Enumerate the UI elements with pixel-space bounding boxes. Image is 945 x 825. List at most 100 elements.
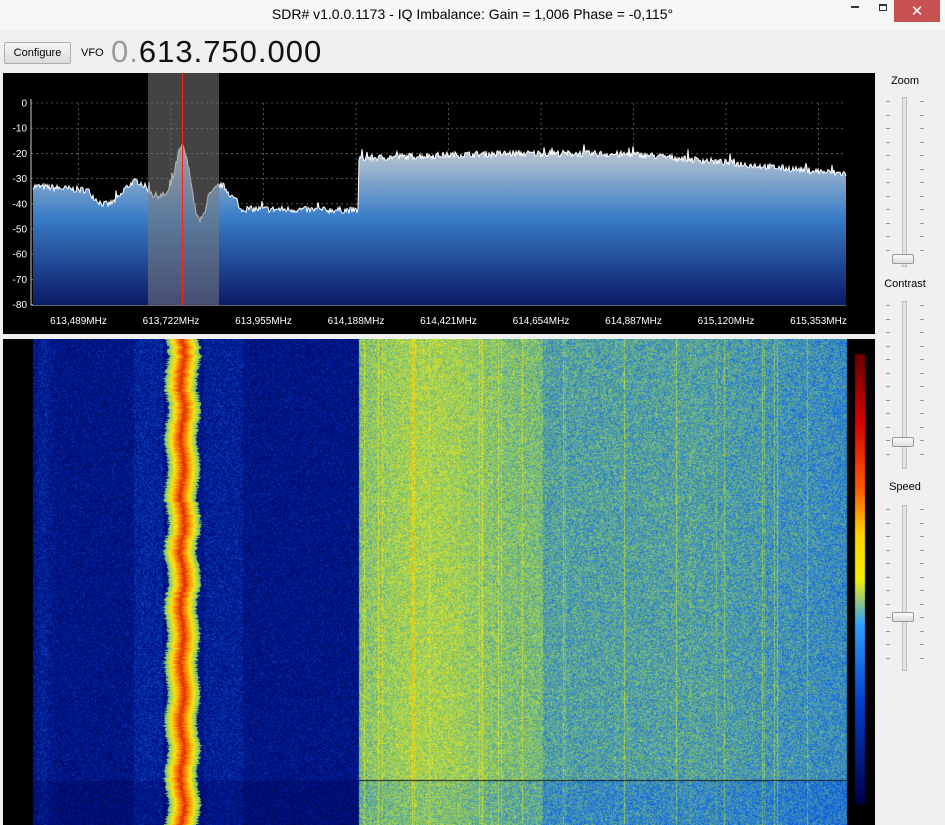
side-controls: Zoom Contrast Speed <box>880 73 945 825</box>
slider-tick <box>920 332 924 333</box>
slider-tick <box>886 617 890 618</box>
zoom-label: Zoom <box>890 75 920 87</box>
slider-tick <box>920 630 924 632</box>
slider-tick <box>886 644 890 645</box>
x-tick-label: 613,489MHz <box>50 316 107 327</box>
slider-tick <box>920 657 924 659</box>
slider-tick <box>920 359 924 360</box>
slider-tick <box>920 509 924 510</box>
zoom-slider-thumb[interactable] <box>892 254 914 264</box>
slider-tick <box>886 590 890 591</box>
x-tick-label: 614,421MHz <box>420 316 477 327</box>
waterfall-display[interactable] <box>3 339 875 825</box>
slider-tick <box>886 168 890 170</box>
speed-label: Speed <box>889 481 921 493</box>
spectrum-plot[interactable]: 0-10-20-30-40-50-60-70-80 613,489MHz 613,… <box>3 73 875 334</box>
slider-tick <box>920 453 924 455</box>
slider-tick <box>920 168 924 170</box>
speed-slider-track[interactable] <box>902 505 907 671</box>
slider-tick <box>886 536 890 537</box>
slider-tick <box>886 155 890 156</box>
slider-tick <box>920 576 924 578</box>
slider-tick <box>886 195 890 197</box>
x-tick-label: 615,120MHz <box>698 316 755 327</box>
slider-tick <box>920 617 924 618</box>
waterfall-canvas[interactable] <box>3 339 875 825</box>
slider-tick <box>920 399 924 401</box>
slider-tick <box>920 644 924 645</box>
maximize-icon <box>879 3 887 11</box>
slider-tick <box>920 345 924 347</box>
slider-tick <box>920 318 924 320</box>
x-tick-label: 614,654MHz <box>513 316 570 327</box>
slider-tick <box>920 195 924 197</box>
slider-tick <box>886 522 890 524</box>
slider-tick <box>886 426 890 428</box>
slider-tick <box>920 155 924 156</box>
slider-tick <box>920 101 924 102</box>
slider-tick <box>886 399 890 401</box>
slider-tick <box>920 222 924 224</box>
slider-tick <box>886 222 890 224</box>
slider-tick <box>920 536 924 537</box>
slider-tick <box>886 332 890 333</box>
zoom-slider-track[interactable] <box>902 97 907 267</box>
filter-bandwidth-band[interactable] <box>148 73 219 305</box>
slider-tick <box>886 359 890 360</box>
slider-tick <box>886 141 890 143</box>
y-tick-label: 0 <box>21 99 27 110</box>
slider-tick <box>886 345 890 347</box>
slider-tick <box>886 236 890 237</box>
slider-tick <box>886 182 890 183</box>
y-tick-label: -40 <box>13 199 28 210</box>
minimize-button[interactable] <box>838 0 872 22</box>
slider-tick <box>886 305 890 306</box>
y-tick-label: -60 <box>13 250 28 261</box>
x-tick-label: 613,955MHz <box>235 316 292 327</box>
x-tick-label: 614,188MHz <box>328 316 385 327</box>
slider-tick <box>920 249 924 251</box>
slider-tick <box>920 386 924 387</box>
contrast-slider-thumb[interactable] <box>892 437 914 447</box>
spectrum-analyzer[interactable]: 0 -10 -20 -30 -40 -50 -60 -70 -80 613,489MHz 613,… <box>3 73 875 334</box>
maximize-button[interactable] <box>872 0 894 22</box>
slider-tick <box>886 101 890 102</box>
slider-tick <box>886 509 890 510</box>
y-tick-label: -10 <box>13 124 28 135</box>
y-tick-label: -70 <box>13 275 28 286</box>
slider-tick <box>886 209 890 210</box>
slider-tick <box>886 549 890 551</box>
slider-tick <box>920 440 924 441</box>
slider-tick <box>886 576 890 578</box>
slider-tick <box>920 603 924 605</box>
slider-tick <box>920 209 924 210</box>
speed-slider-thumb[interactable] <box>892 612 914 622</box>
window-title: SDR# v1.0.0.1173 - IQ Imbalance: Gain = … <box>271 6 674 22</box>
close-button[interactable]: ✕ <box>894 0 940 22</box>
slider-tick <box>886 440 890 441</box>
slider-tick <box>886 318 890 320</box>
y-tick-label: -20 <box>13 149 28 160</box>
vfo-frequency-prefix: 0. <box>111 34 139 69</box>
slider-tick <box>886 114 890 116</box>
slider-tick <box>886 386 890 387</box>
slider-tick <box>886 413 890 414</box>
slider-tick <box>920 413 924 414</box>
slider-tick <box>920 372 924 374</box>
y-tick-label: -80 <box>13 300 28 311</box>
slider-tick <box>920 549 924 551</box>
configure-button[interactable]: Configure <box>4 42 71 64</box>
slider-tick <box>920 590 924 591</box>
vfo-label: VFO <box>81 47 104 59</box>
y-tick-label: -50 <box>13 225 28 236</box>
slider-tick <box>920 141 924 143</box>
slider-tick <box>886 657 890 659</box>
x-tick-label: 614,887MHz <box>605 316 662 327</box>
close-icon: ✕ <box>910 3 924 20</box>
vfo-frequency-display[interactable]: 0.613.750.000 <box>111 34 322 70</box>
title-bar: SDR# v1.0.0.1173 - IQ Imbalance: Gain = … <box>0 0 945 30</box>
slider-tick <box>886 249 890 251</box>
slider-tick <box>920 305 924 306</box>
slider-tick <box>886 630 890 632</box>
slider-tick <box>886 453 890 455</box>
